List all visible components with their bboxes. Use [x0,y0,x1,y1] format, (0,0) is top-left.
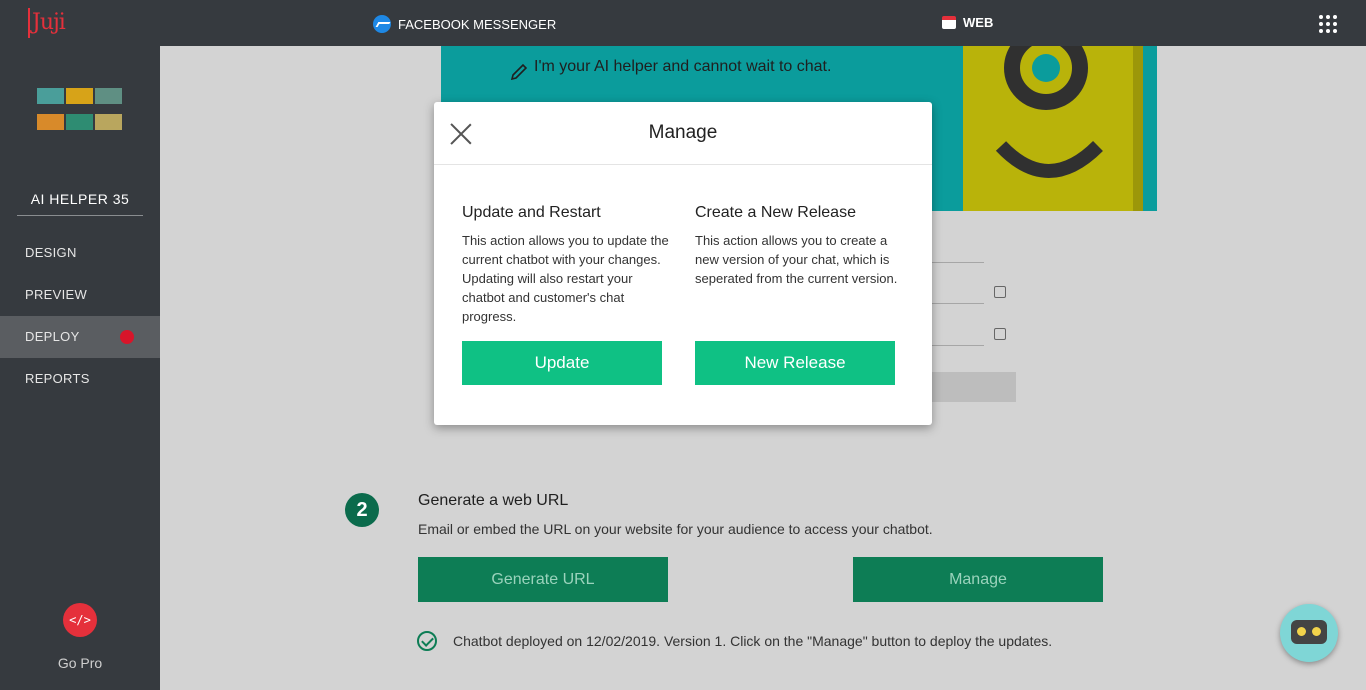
bot-name: AI HELPER 35 [17,191,143,216]
code-icon[interactable]: </> [63,603,97,637]
form-underline [932,303,984,304]
tab-web-label: WEB [963,15,994,30]
new-release-button[interactable]: New Release [695,341,895,385]
robot-icon [1291,620,1327,644]
pencil-icon [510,63,528,80]
checkbox[interactable] [994,286,1006,298]
checkbox[interactable] [994,328,1006,340]
update-button[interactable]: Update [462,341,662,385]
release-option-description: This action allows you to create a new v… [695,233,898,286]
step-title: Generate a web URL [418,492,569,509]
chat-assistant-button[interactable] [1280,604,1338,662]
helper-text: I'm your AI helper and cannot wait to ch… [534,58,832,75]
generate-url-button[interactable]: Generate URL [418,557,668,602]
form-underline [932,345,984,346]
tab-facebook-messenger[interactable]: FACEBOOK MESSENGER [373,15,556,33]
manage-button[interactable]: Manage [853,557,1103,602]
sidebar-item-reports[interactable]: REPORTS [0,358,160,400]
sidebar: AI HELPER 35 DESIGN PREVIEW DEPLOY REPOR… [0,46,160,690]
manage-modal: Manage Update and Restart This action al… [434,102,932,425]
form-underline [932,262,984,263]
step-number-badge: 2 [345,493,379,527]
juji-logo[interactable]: Juji [28,8,66,38]
messenger-icon [373,15,391,33]
go-pro-link[interactable]: Go Pro [0,655,160,671]
bot-avatar-collage [37,88,122,130]
deploy-status-text: Chatbot deployed on 12/02/2019. Version … [453,633,1053,649]
sidebar-item-preview[interactable]: PREVIEW [0,274,160,316]
tab-facebook-messenger-label: FACEBOOK MESSENGER [398,16,557,32]
release-option-title: Create a New Release [695,204,856,221]
update-option-title: Update and Restart [462,204,601,221]
update-option-description: This action allows you to update the cur… [462,233,669,324]
step-description: Email or embed the URL on your website f… [418,521,933,537]
apps-grid-icon[interactable] [1319,15,1337,33]
browser-icon [942,16,956,29]
form-button[interactable] [932,372,1016,402]
tab-web[interactable]: WEB [942,15,993,30]
sidebar-item-design[interactable]: DESIGN [0,232,160,274]
robot-illustration [963,26,1143,211]
modal-header: Manage [434,102,932,165]
sidebar-item-deploy-label: DEPLOY [25,329,80,344]
top-bar: Juji FACEBOOK MESSENGER WEB [0,0,1366,46]
notification-dot [120,330,134,344]
modal-title: Manage [648,122,718,143]
sidebar-item-deploy[interactable]: DEPLOY [0,316,160,358]
